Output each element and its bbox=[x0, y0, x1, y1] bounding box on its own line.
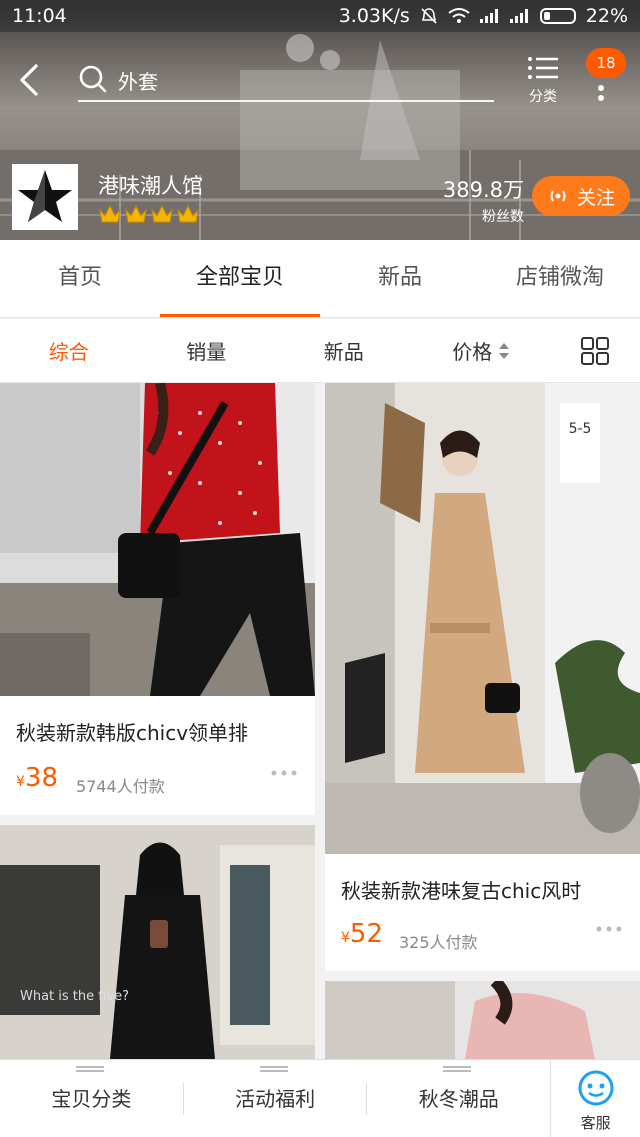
product-image: What is the five? bbox=[0, 825, 315, 1059]
menu-handle-icon bbox=[76, 1065, 104, 1072]
store-page: 11:04 3.03K/s 22% 外套 分类 18 港味潮人馆 389.8万 … bbox=[0, 0, 640, 1137]
product-card[interactable]: 秋装新款韩版chicv领单排 ¥38 5744人付款 bbox=[0, 383, 315, 815]
store-logo[interactable] bbox=[12, 164, 78, 230]
more-options-icon[interactable] bbox=[596, 925, 622, 933]
product-card[interactable]: 5-5 秋装新款港味复古chic风时 ¥52 325人付款 bbox=[325, 383, 640, 971]
bottom-bar: 宝贝分类 活动福利 秋冬潮品 客服 bbox=[0, 1059, 640, 1137]
svg-text:5-5: 5-5 bbox=[569, 421, 592, 437]
product-title: 秋装新款韩版chicv领单排 bbox=[16, 721, 249, 745]
item-categories-button[interactable]: 宝贝分类 bbox=[0, 1060, 183, 1137]
product-card[interactable]: What is the five? bbox=[0, 825, 315, 1059]
sort-price[interactable]: 价格 bbox=[413, 336, 551, 365]
chat-face-icon bbox=[578, 1070, 614, 1105]
back-arrow-icon[interactable] bbox=[14, 60, 48, 100]
price-value: 52 bbox=[349, 919, 384, 949]
sort-price-label: 价格 bbox=[452, 340, 493, 364]
svg-text:What is the five?: What is the five? bbox=[20, 989, 129, 1004]
follow-label: 关注 bbox=[576, 186, 615, 209]
tab-store-feed[interactable]: 店铺微淘 bbox=[480, 240, 640, 317]
network-speed: 3.03K/s bbox=[338, 5, 410, 27]
signal-icon-2 bbox=[509, 9, 530, 23]
menu-handle-icon bbox=[443, 1065, 472, 1072]
product-price: ¥38 bbox=[16, 763, 58, 793]
product-image bbox=[0, 383, 315, 696]
currency-symbol: ¥ bbox=[16, 774, 25, 790]
service-label: 客服 bbox=[580, 1113, 611, 1132]
sold-count: 5744人付款 bbox=[76, 777, 165, 796]
product-title: 秋装新款港味复古chic风时 bbox=[341, 879, 582, 903]
sort-default[interactable]: 综合 bbox=[0, 336, 138, 365]
more-options-icon[interactable] bbox=[271, 769, 297, 777]
currency-symbol: ¥ bbox=[341, 930, 350, 946]
category-label: 分类 bbox=[529, 89, 557, 105]
store-rating-crowns bbox=[98, 202, 200, 224]
broadcast-icon bbox=[550, 190, 566, 202]
crown-icon bbox=[177, 204, 199, 223]
bottom-item-label: 宝贝分类 bbox=[51, 1086, 132, 1111]
fans-label: 粉丝数 bbox=[482, 209, 524, 225]
customer-service-button[interactable]: 客服 bbox=[550, 1059, 640, 1137]
crown-icon bbox=[151, 204, 173, 223]
product-image: 5-5 bbox=[325, 383, 640, 854]
sort-sales[interactable]: 销量 bbox=[138, 336, 276, 365]
signal-icon bbox=[479, 9, 500, 23]
product-card[interactable] bbox=[325, 981, 640, 1059]
battery-percent: 22% bbox=[585, 5, 628, 27]
tab-home[interactable]: 首页 bbox=[0, 240, 160, 317]
store-tabs: 首页 全部宝贝 新品 店铺微淘 bbox=[0, 240, 640, 318]
message-badge: 18 bbox=[586, 48, 626, 78]
status-bar: 11:04 3.03K/s 22% bbox=[0, 0, 640, 32]
wifi-icon bbox=[448, 8, 470, 23]
list-icon bbox=[528, 57, 558, 79]
promotions-button[interactable]: 活动福利 bbox=[184, 1060, 367, 1137]
product-price: ¥52 bbox=[341, 919, 383, 949]
bottom-item-label: 活动福利 bbox=[235, 1086, 316, 1111]
bottom-item-label: 秋冬潮品 bbox=[418, 1086, 499, 1111]
star-logo-icon bbox=[18, 170, 72, 222]
follow-button[interactable]: 关注 bbox=[532, 176, 630, 216]
search-query: 外套 bbox=[118, 70, 158, 94]
store-name[interactable]: 港味潮人馆 bbox=[98, 170, 203, 200]
crown-icon bbox=[99, 204, 121, 223]
tab-all-items[interactable]: 全部宝贝 bbox=[160, 240, 320, 317]
search-icon bbox=[79, 65, 107, 93]
sort-new[interactable]: 新品 bbox=[275, 336, 413, 365]
mute-icon bbox=[421, 8, 437, 24]
menu-handle-icon bbox=[259, 1065, 288, 1072]
top-nav: 外套 分类 18 bbox=[0, 40, 640, 120]
tab-new[interactable]: 新品 bbox=[320, 240, 480, 317]
sold-count: 325人付款 bbox=[399, 933, 478, 952]
fans-info: 389.8万 粉丝数 bbox=[432, 174, 524, 226]
grid-view-icon bbox=[581, 336, 609, 365]
search-input[interactable]: 外套 bbox=[78, 58, 494, 102]
fans-count: 389.8万 bbox=[442, 178, 524, 202]
battery-icon bbox=[539, 8, 576, 24]
sort-bar: 综合 销量 新品 价格 bbox=[0, 319, 640, 383]
autumn-winter-button[interactable]: 秋冬潮品 bbox=[367, 1060, 550, 1137]
price-value: 38 bbox=[24, 763, 59, 793]
crown-icon bbox=[125, 204, 147, 223]
store-banner: 11:04 3.03K/s 22% 外套 分类 18 港味潮人馆 389.8万 … bbox=[0, 0, 640, 240]
category-button[interactable]: 分类 bbox=[520, 54, 566, 114]
sort-arrows-icon bbox=[499, 342, 510, 359]
status-time: 11:04 bbox=[12, 5, 67, 27]
layout-toggle[interactable] bbox=[550, 336, 640, 366]
store-info: 港味潮人馆 389.8万 粉丝数 关注 bbox=[0, 160, 640, 240]
product-image bbox=[325, 981, 640, 1059]
